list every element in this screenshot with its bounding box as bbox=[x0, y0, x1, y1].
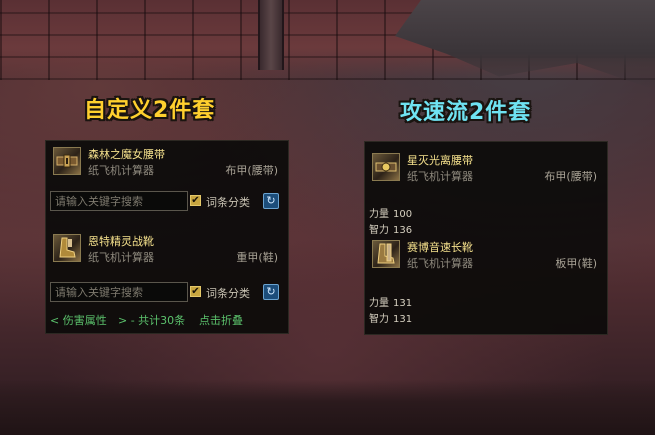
search-input[interactable] bbox=[50, 191, 188, 211]
attack-speed-set-panel: 星灭光离腰带 纸飞机计算器 布甲(腰带) 力量 100 智力 136 赛博音速长靴 … bbox=[364, 141, 608, 335]
stat-line: 力量 131 bbox=[369, 294, 412, 309]
category-checkbox-label: 词条分类 bbox=[206, 287, 250, 300]
belt-icon bbox=[372, 153, 400, 181]
stat-value: 100 bbox=[393, 209, 413, 220]
stat-label: 智力 bbox=[369, 314, 389, 325]
stat-value: 131 bbox=[393, 298, 413, 309]
refresh-icon[interactable]: ↻ bbox=[263, 193, 279, 209]
item-type: 重甲(鞋) bbox=[236, 251, 278, 264]
stat-line: 智力 131 bbox=[369, 310, 412, 325]
boots-icon bbox=[372, 240, 400, 268]
custom-set-panel: 森林之魔女腰带 纸飞机计算器 布甲(腰带) ✔ 词条分类 ↻ 恩特精灵战靴 纸飞… bbox=[45, 140, 289, 334]
category-checkbox[interactable]: ✔ bbox=[190, 195, 201, 206]
item-row-belt[interactable]: 森林之魔女腰带 纸飞机计算器 布甲(腰带) bbox=[50, 144, 284, 180]
stat-line: 智力 136 bbox=[369, 221, 412, 236]
attack-speed-set-heading: 攻速流2件套 bbox=[400, 100, 532, 125]
item-source: 纸飞机计算器 bbox=[407, 170, 473, 183]
item-type: 布甲(腰带) bbox=[544, 170, 597, 183]
total-count-link[interactable]: > - 共计30条 bbox=[118, 312, 185, 328]
item-row-boots[interactable]: 恩特精灵战靴 纸飞机计算器 重甲(鞋) bbox=[50, 231, 284, 267]
search-input[interactable] bbox=[50, 282, 188, 302]
collapse-link[interactable]: 点击折叠 bbox=[199, 312, 243, 328]
footer-bar: < 伤害属性 > - 共计30条 点击折叠 bbox=[50, 312, 284, 328]
item-type: 布甲(腰带) bbox=[225, 164, 278, 177]
category-checkbox[interactable]: ✔ bbox=[190, 286, 201, 297]
damage-attributes-link[interactable]: < 伤害属性 bbox=[50, 312, 107, 328]
stat-value: 131 bbox=[393, 314, 413, 325]
item-source: 纸飞机计算器 bbox=[88, 164, 154, 177]
belt-icon bbox=[53, 147, 81, 175]
item-name: 恩特精灵战靴 bbox=[88, 235, 154, 248]
refresh-icon[interactable]: ↻ bbox=[263, 284, 279, 300]
item-source: 纸飞机计算器 bbox=[407, 257, 473, 270]
item-name: 赛博音速长靴 bbox=[407, 241, 473, 254]
background-pillar bbox=[258, 0, 284, 70]
item-name: 森林之魔女腰带 bbox=[88, 148, 165, 161]
item-name: 星灭光离腰带 bbox=[407, 154, 473, 167]
boots-icon bbox=[53, 234, 81, 262]
item-source: 纸飞机计算器 bbox=[88, 251, 154, 264]
item-row-boots[interactable]: 赛博音速长靴 纸飞机计算器 板甲(鞋) bbox=[369, 237, 603, 273]
stat-label: 力量 bbox=[369, 209, 389, 220]
category-checkbox-label: 词条分类 bbox=[206, 196, 250, 209]
item-type: 板甲(鞋) bbox=[555, 257, 597, 270]
item-row-belt[interactable]: 星灭光离腰带 纸飞机计算器 布甲(腰带) bbox=[369, 150, 603, 186]
stat-label: 力量 bbox=[369, 298, 389, 309]
stat-line: 力量 100 bbox=[369, 205, 412, 220]
custom-set-heading: 自定义2件套 bbox=[84, 98, 216, 123]
stat-value: 136 bbox=[393, 225, 413, 236]
stat-label: 智力 bbox=[369, 225, 389, 236]
search-row: ✔ 词条分类 ↻ bbox=[50, 282, 284, 304]
background-floor bbox=[0, 380, 655, 435]
search-row: ✔ 词条分类 ↻ bbox=[50, 191, 284, 213]
